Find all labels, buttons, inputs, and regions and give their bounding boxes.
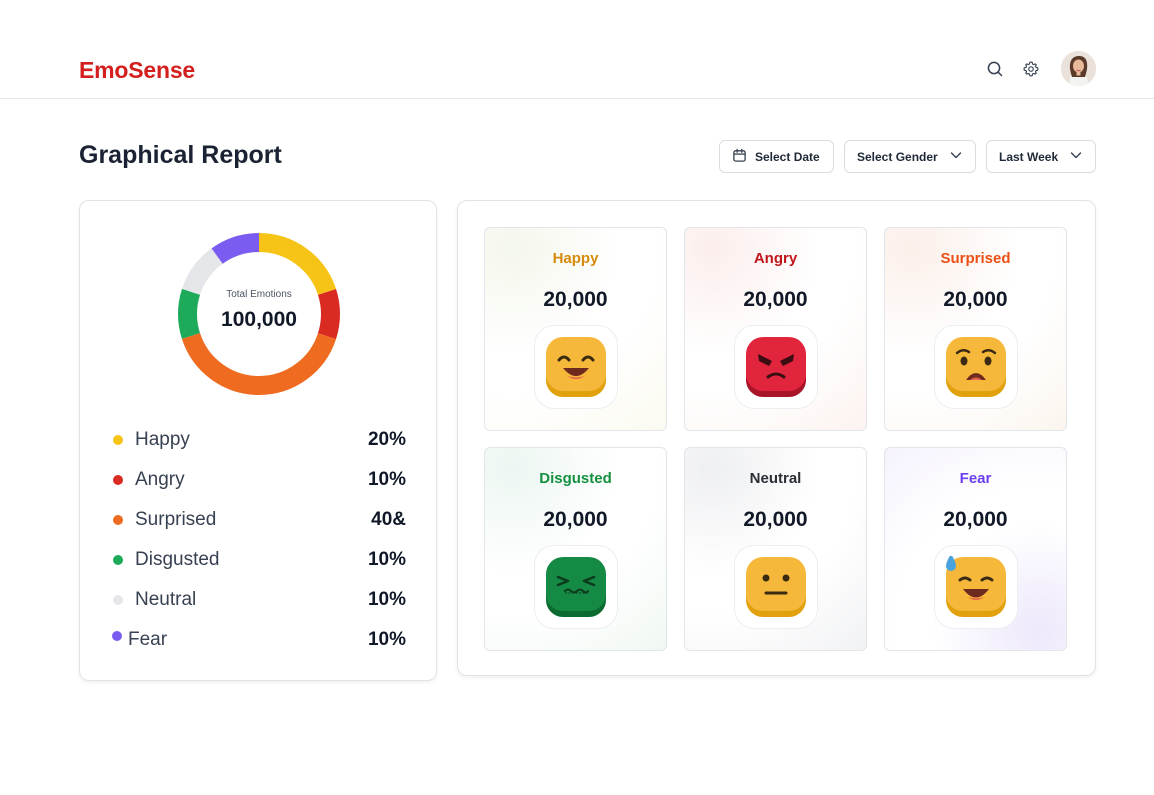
top-bar: EmoSense — [0, 0, 1154, 99]
legend-value: 10% — [367, 549, 406, 570]
emotion-card-disgusted[interactable]: Disgusted 20,000 — [484, 447, 667, 651]
surprised-face-icon — [946, 337, 1006, 397]
emoji-tile — [734, 325, 818, 409]
legend-value: 10% — [367, 469, 406, 490]
app-logo[interactable]: EmoSense — [79, 57, 195, 84]
legend-item-disgusted: Disgusted 10% — [110, 540, 406, 580]
legend-label: Disgusted — [135, 549, 220, 570]
emotion-distribution-card: Total Emotions 100,000 Happy 20% Angry 1… — [79, 200, 437, 681]
page-title: Graphical Report — [79, 141, 282, 169]
disgusted-face-icon — [546, 557, 606, 617]
legend-item-happy: Happy 20% — [110, 420, 406, 460]
emoji-tile — [534, 325, 618, 409]
legend-dot — [113, 435, 123, 445]
fear-face-icon — [946, 556, 1006, 617]
legend-dot — [112, 631, 122, 641]
period-dropdown[interactable]: Last Week — [986, 140, 1096, 173]
legend-value: 10% — [367, 629, 406, 650]
neutral-face-icon — [746, 557, 806, 617]
legend-label: Surprised — [135, 509, 217, 530]
legend-dot — [113, 555, 123, 565]
emotion-count: 20,000 — [743, 288, 808, 311]
emotion-donut-chart: Total Emotions 100,000 — [176, 231, 342, 397]
emotion-legend: Happy 20% Angry 10% Surprised 40& Disgus… — [110, 420, 406, 660]
chevron-down-icon — [949, 148, 963, 165]
emotion-card-angry[interactable]: Angry 20,000 — [684, 227, 867, 431]
emoji-tile — [934, 545, 1018, 629]
emotion-card-neutral[interactable]: Neutral 20,000 — [684, 447, 867, 651]
period-label: Last Week — [999, 149, 1059, 164]
select-date-label: Select Date — [755, 149, 820, 164]
legend-value: 20% — [367, 429, 406, 450]
emotion-count: 20,000 — [943, 288, 1008, 311]
select-date-button[interactable]: Select Date — [719, 140, 834, 173]
emotion-count: 20,000 — [743, 508, 808, 531]
chevron-down-icon — [1069, 148, 1083, 165]
legend-label: Happy — [135, 429, 190, 450]
legend-label: Angry — [135, 469, 185, 490]
legend-item-surprised: Surprised 40& — [110, 500, 406, 540]
total-emotions-value: 100,000 — [221, 307, 297, 331]
emotion-name: Surprised — [940, 250, 1011, 267]
emotion-name: Fear — [959, 470, 992, 487]
search-icon[interactable] — [984, 58, 1006, 80]
calendar-icon — [732, 148, 747, 166]
emotion-count: 20,000 — [943, 508, 1008, 531]
emotion-count: 20,000 — [543, 288, 608, 311]
emotion-name: Happy — [552, 250, 599, 267]
legend-item-angry: Angry 10% — [110, 460, 406, 500]
emotion-name: Disgusted — [539, 470, 612, 487]
donut-center: Total Emotions 100,000 — [176, 231, 342, 397]
emotion-card-surprised[interactable]: Surprised 20,000 — [884, 227, 1067, 431]
legend-dot — [113, 515, 123, 525]
gear-icon[interactable] — [1020, 58, 1042, 80]
emotion-card-happy[interactable]: Happy 20,000 — [484, 227, 667, 431]
emotion-count: 20,000 — [543, 508, 608, 531]
legend-item-neutral: Neutral 10% — [110, 580, 406, 620]
legend-label: Fear — [128, 629, 168, 650]
select-gender-label: Select Gender — [857, 149, 938, 164]
emotion-grid-card: Happy 20,000 Angry 20,000 Surprised 20,0… — [457, 200, 1096, 676]
legend-label: Neutral — [135, 589, 197, 610]
legend-value: 40& — [371, 509, 406, 530]
total-emotions-label: Total Emotions — [226, 288, 292, 300]
emotion-card-fear[interactable]: Fear 20,000 — [884, 447, 1067, 651]
emoji-tile — [534, 545, 618, 629]
avatar[interactable] — [1061, 51, 1096, 86]
select-gender-dropdown[interactable]: Select Gender — [844, 140, 976, 173]
happy-face-icon — [546, 337, 606, 397]
legend-dot — [113, 595, 123, 605]
emotion-name: Neutral — [749, 470, 802, 487]
angry-face-icon — [746, 337, 806, 397]
emoji-tile — [734, 545, 818, 629]
emoji-tile — [934, 325, 1018, 409]
legend-dot — [113, 475, 123, 485]
emotion-name: Angry — [753, 250, 798, 267]
legend-item-fear: Fear 10% — [110, 620, 406, 660]
legend-value: 10% — [367, 589, 406, 610]
